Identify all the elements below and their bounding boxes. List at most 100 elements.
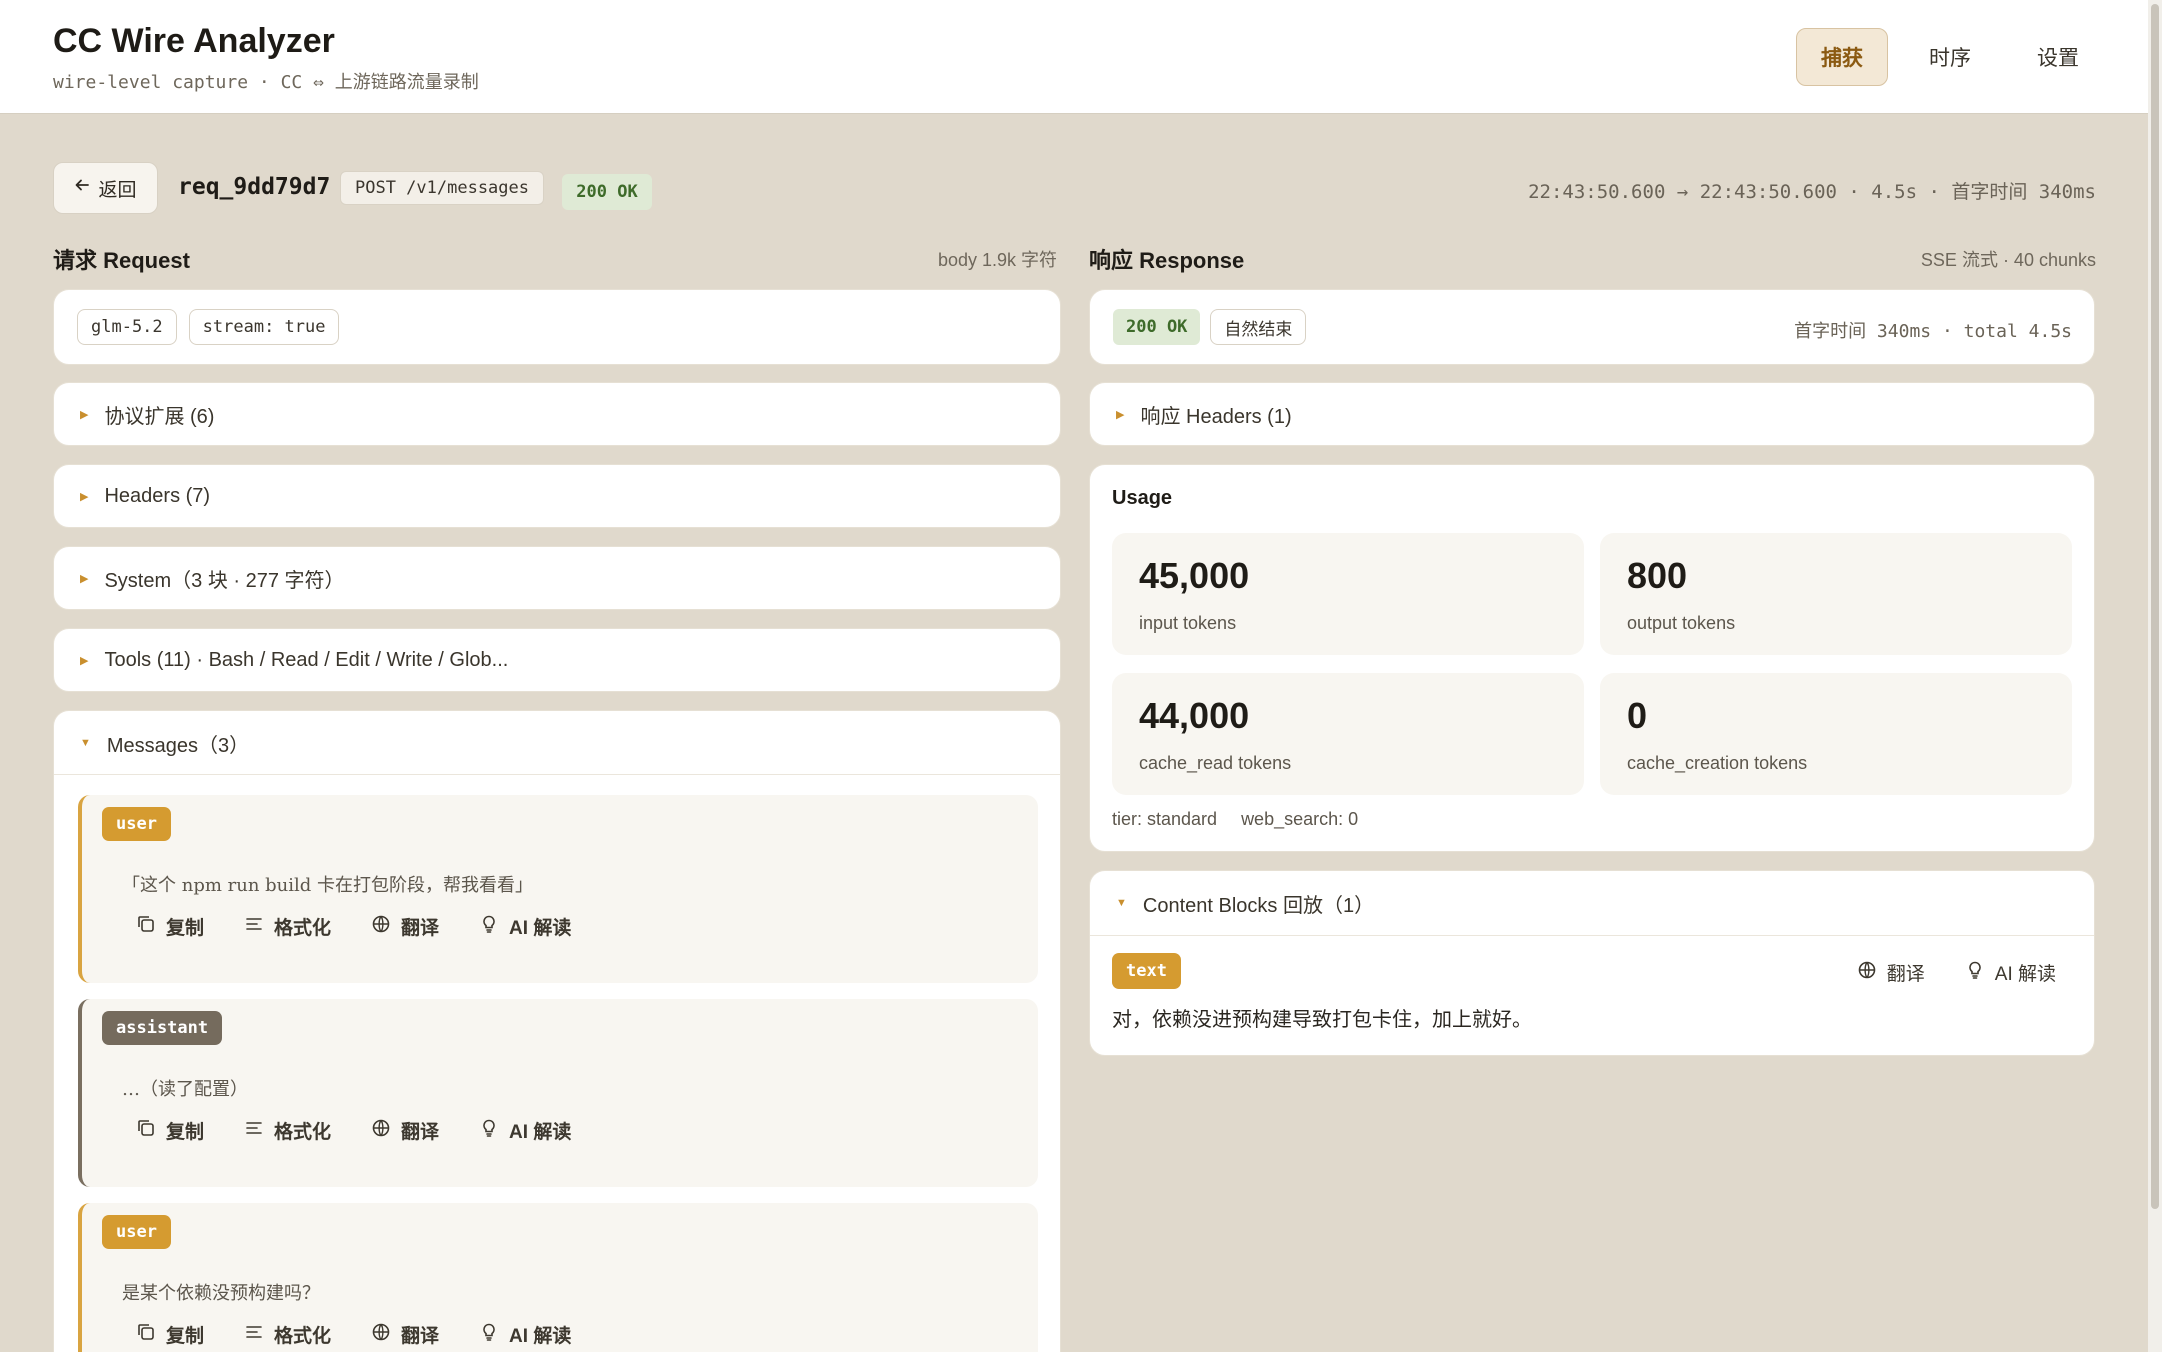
translate-button[interactable]: 翻译 — [1857, 959, 1925, 986]
method-path-tag: POST /v1/messages — [340, 171, 544, 205]
caret-right-icon: ▶ — [80, 654, 89, 667]
stat-value: 0 — [1627, 695, 1648, 736]
translate-label: 翻译 — [401, 918, 440, 939]
response-status-badge: 200 OK — [1113, 309, 1201, 345]
content-blocks-header[interactable]: ▼ Content Blocks 回放（1） — [1090, 871, 2094, 935]
format-button[interactable]: 格式化 — [244, 1321, 331, 1348]
align-left-icon — [244, 914, 264, 940]
scrollbar-thumb[interactable] — [2151, 4, 2159, 1209]
message-actions: 复制 格式化 翻译 AI 解读 — [136, 1321, 571, 1348]
divider — [54, 774, 1060, 775]
format-label: 格式化 — [274, 1122, 332, 1143]
copy-button[interactable]: 复制 — [136, 1321, 204, 1348]
nav-settings[interactable]: 设置 — [2012, 28, 2104, 86]
ai-explain-label: AI 解读 — [509, 1326, 572, 1347]
copy-label: 复制 — [166, 1122, 205, 1143]
stat-value: 45,000 — [1139, 555, 1250, 596]
usage-title: Usage — [1112, 487, 1173, 509]
arrow-left-icon — [74, 177, 90, 199]
content-blocks-label: Content Blocks 回放（1） — [1142, 894, 1375, 917]
stat-value: 800 — [1627, 555, 1688, 596]
lightbulb-icon — [1965, 960, 1985, 986]
response-summary-card: 200 OK 自然结束 首字时间 340ms · total 4.5s — [1089, 289, 2095, 365]
block-type-badge: text — [1112, 953, 1181, 989]
messages-header[interactable]: ▼ Messages（3） — [54, 711, 1060, 775]
back-label: 返回 — [98, 179, 137, 201]
request-meta: body 1.9k 字符 — [938, 250, 1058, 270]
divider — [1090, 935, 2094, 936]
section-headers[interactable]: ▶ Headers (7) — [53, 464, 1061, 528]
format-button[interactable]: 格式化 — [244, 913, 331, 940]
stat-output-tokens: 800 output tokens — [1600, 533, 2072, 655]
copy-label: 复制 — [166, 918, 205, 939]
translate-label: 翻译 — [1886, 964, 1925, 985]
translate-button[interactable]: 翻译 — [371, 913, 439, 940]
lightbulb-icon — [479, 1118, 499, 1144]
message-actions: 复制 格式化 翻译 AI 解读 — [136, 1117, 571, 1144]
caret-down-icon: ▼ — [1116, 897, 1127, 909]
copy-button[interactable]: 复制 — [136, 1117, 204, 1144]
stat-cache-read-tokens: 44,000 cache_read tokens — [1112, 673, 1584, 795]
stat-cache-creation-tokens: 0 cache_creation tokens — [1600, 673, 2072, 795]
request-summary-card: glm-5.2 stream: true — [53, 289, 1061, 365]
section-tools[interactable]: ▶ Tools (11) · Bash / Read / Edit / Writ… — [53, 628, 1061, 692]
ai-explain-button[interactable]: AI 解读 — [479, 913, 571, 940]
ai-explain-label: AI 解读 — [509, 1122, 572, 1143]
lightbulb-icon — [479, 914, 499, 940]
stream-chip: stream: true — [188, 309, 340, 345]
section-label: Headers (7) — [104, 484, 211, 507]
nav-capture[interactable]: 捕获 — [1796, 28, 1888, 86]
message-item: assistant …（读了配置） 复制 格式化 翻译 AI 解读 — [78, 999, 1038, 1187]
format-label: 格式化 — [274, 1326, 332, 1347]
message-text: 「这个 npm run build 卡在打包阶段，帮我看看」 — [122, 875, 534, 896]
caret-right-icon: ▶ — [80, 572, 89, 585]
message-item: user 是某个依赖没预构建吗？ 复制 格式化 翻译 AI 解读 — [78, 1203, 1038, 1352]
ai-explain-label: AI 解读 — [509, 918, 572, 939]
section-protocol-extensions[interactable]: ▶ 协议扩展 (6) — [53, 382, 1061, 446]
status-badge: 200 OK — [562, 174, 652, 210]
role-badge-assistant: assistant — [102, 1011, 223, 1045]
finish-reason-chip: 自然结束 — [1210, 309, 1307, 345]
lightbulb-icon — [479, 1322, 499, 1348]
section-label: Tools (11) · Bash / Read / Edit / Write … — [104, 648, 509, 671]
request-timing: 22:43:50.600 → 22:43:50.600 · 4.5s · 首字时… — [1528, 181, 2096, 203]
translate-label: 翻译 — [401, 1122, 440, 1143]
copy-button[interactable]: 复制 — [136, 913, 204, 940]
copy-icon — [136, 914, 156, 940]
copy-icon — [136, 1118, 156, 1144]
content-blocks-card: ▼ Content Blocks 回放（1） text 翻译 AI 解读 对，依… — [1089, 870, 2095, 1056]
caret-right-icon: ▶ — [80, 408, 89, 421]
section-response-headers[interactable]: ▶ 响应 Headers (1) — [1089, 382, 2095, 446]
section-label: System（3 块 · 277 字符） — [104, 569, 345, 592]
section-label: 响应 Headers (1) — [1140, 405, 1292, 428]
translate-button[interactable]: 翻译 — [371, 1321, 439, 1348]
ai-explain-button[interactable]: AI 解读 — [1965, 959, 2056, 986]
nav-timeline[interactable]: 时序 — [1904, 28, 1996, 86]
align-left-icon — [244, 1118, 264, 1144]
stat-input-tokens: 45,000 input tokens — [1112, 533, 1584, 655]
ai-explain-button[interactable]: AI 解读 — [479, 1117, 571, 1144]
page-scrollbar[interactable] — [2148, 0, 2162, 1352]
block-text: 对，依赖没进预构建导致打包卡住，加上就好。 — [1112, 1009, 1532, 1031]
format-label: 格式化 — [274, 918, 332, 939]
role-badge-user: user — [102, 807, 171, 841]
format-button[interactable]: 格式化 — [244, 1117, 331, 1144]
message-actions: 复制 格式化 翻译 AI 解读 — [136, 913, 571, 940]
back-button[interactable]: 返回 — [53, 162, 158, 214]
app-title: CC Wire Analyzer — [53, 22, 335, 60]
response-timing: 首字时间 340ms · total 4.5s — [1794, 321, 2072, 342]
globe-icon — [371, 1118, 391, 1144]
response-title: 响应 Response — [1089, 248, 1245, 273]
section-system[interactable]: ▶ System（3 块 · 277 字符） — [53, 546, 1061, 610]
align-left-icon — [244, 1322, 264, 1348]
request-title: 请求 Request — [53, 248, 190, 273]
top-bar: CC Wire Analyzer wire-level capture · CC… — [0, 0, 2148, 114]
translate-button[interactable]: 翻译 — [371, 1117, 439, 1144]
globe-icon — [371, 914, 391, 940]
usage-footer: tier: standard web_search: 0 — [1112, 809, 1358, 830]
messages-card: ▼ Messages（3） user 「这个 npm run build 卡在打… — [53, 710, 1061, 1352]
web-search-label: web_search: 0 — [1241, 809, 1359, 829]
ai-explain-button[interactable]: AI 解读 — [479, 1321, 571, 1348]
app-subtitle: wire-level capture · CC ⇔ 上游链路流量录制 — [53, 72, 479, 93]
globe-icon — [1857, 960, 1877, 986]
